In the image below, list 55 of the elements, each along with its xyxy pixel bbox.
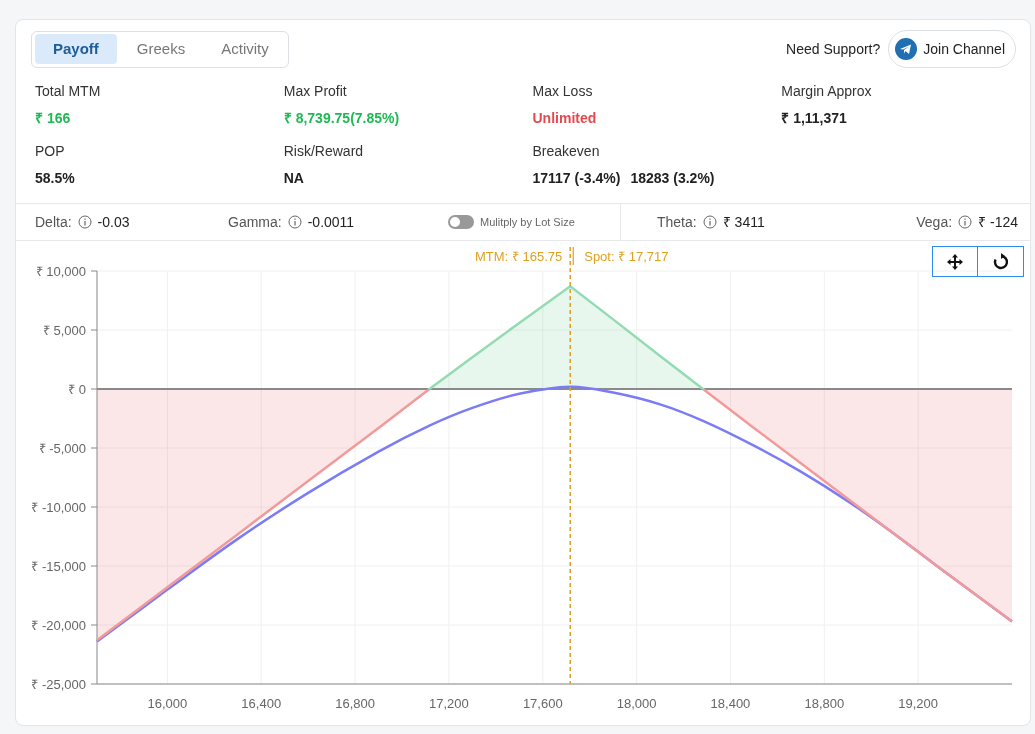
x-axis-label: 18,000 — [616, 696, 657, 711]
y-axis-label: ₹ 0 — [68, 381, 86, 397]
tab[interactable]: Greeks — [120, 34, 202, 64]
greek-value: -0.03 — [97, 212, 130, 232]
y-axis-label: ₹ -20,000 — [31, 617, 86, 633]
y-axis-label: ₹ -15,000 — [31, 558, 86, 574]
toggle-label: Mulitply by Lot Size — [480, 214, 575, 230]
stat-value: 58.5% — [35, 169, 75, 188]
y-axis-label: ₹ -5,000 — [38, 440, 86, 456]
lot-size-toggle[interactable] — [448, 215, 474, 229]
x-axis-label: 18,800 — [804, 696, 845, 711]
greek-label: Gamma: — [228, 212, 282, 232]
x-axis-label: 18,400 — [710, 696, 751, 711]
x-axis-label: 19,200 — [898, 696, 939, 711]
spot-label: Spot: ₹ 17,717 — [584, 249, 669, 264]
stat-value: ₹ 8,739.75(7.85%) — [283, 109, 400, 128]
x-axis-label: 16,000 — [147, 696, 188, 711]
info-icon — [958, 215, 973, 229]
mtm-label: MTM: ₹ 165.75 — [475, 249, 563, 264]
y-axis-label: ₹ -25,000 — [31, 676, 86, 692]
stat-label: POP — [35, 142, 66, 161]
greek-label: Theta: — [657, 212, 697, 232]
stat-value: ₹ 1,11,371 — [781, 109, 847, 128]
move-arrows-icon — [947, 253, 963, 270]
x-axis-label: 17,600 — [522, 696, 563, 711]
stat-label: Margin Approx — [781, 82, 873, 101]
stat-label: Risk/Reward — [283, 142, 365, 161]
greek-value: ₹ 3411 — [722, 212, 765, 232]
info-icon — [287, 215, 302, 229]
x-axis-label: 17,200 — [429, 696, 469, 711]
info-icon — [702, 215, 717, 229]
stat-value: NA — [283, 169, 304, 188]
stat-label: Max Loss — [532, 82, 594, 101]
stat-value: Unlimited — [532, 109, 597, 128]
x-axis-label: 16,400 — [241, 696, 282, 711]
tab[interactable]: Payoff — [35, 34, 117, 64]
rotate-icon — [991, 252, 1010, 271]
greek-label: Vega: — [916, 212, 953, 232]
y-axis-label: ₹ 10,000 — [35, 263, 86, 279]
stat-value: 18283 (3.2%) — [630, 169, 715, 188]
x-axis-label: 16,800 — [335, 696, 375, 711]
tab[interactable]: Activity — [205, 34, 285, 64]
stat-value: ₹ 166 — [35, 109, 71, 128]
stat-value: 17117 (-3.4%) — [532, 169, 621, 188]
y-axis-label: ₹ 5,000 — [42, 322, 86, 338]
greek-label: Delta: — [35, 212, 72, 232]
support-label: Need Support? — [786, 39, 881, 59]
paper-plane-icon — [895, 38, 918, 60]
info-icon — [77, 215, 92, 229]
stat-label: Breakeven — [532, 142, 601, 161]
greek-value: -0.0011 — [307, 212, 355, 232]
greek-value: ₹ -124 — [978, 212, 1018, 232]
y-axis-label: ₹ -10,000 — [31, 499, 86, 515]
stat-label: Max Profit — [283, 82, 348, 101]
stat-label: Total MTM — [35, 82, 102, 101]
